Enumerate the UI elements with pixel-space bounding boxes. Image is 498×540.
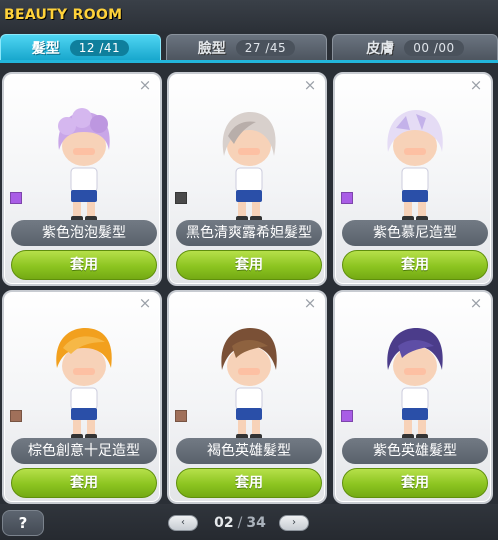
prev-page-button[interactable]: ‹ — [168, 515, 198, 531]
avatar-bubble-hair — [58, 108, 110, 222]
window-title: BEAUTY ROOM — [4, 7, 123, 23]
style-name: 紫色英雄髮型 — [342, 438, 488, 464]
style-name: 黑色清爽露希妲髮型 — [176, 220, 322, 246]
category-tabs: 髮型 12 /41 臉型 27 /45 皮膚 00 /00 — [0, 34, 498, 60]
close-icon[interactable]: × — [469, 296, 483, 311]
tab-face[interactable]: 臉型 27 /45 — [166, 34, 327, 60]
page-indicator: 02/34 — [200, 514, 280, 532]
tab-skin-count: 00 /00 — [404, 39, 464, 56]
style-name: 紫色慕尼造型 — [342, 220, 488, 246]
tab-face-count: 27 /45 — [235, 39, 296, 56]
apply-button[interactable]: 套用 — [11, 250, 157, 280]
avatar-hero-hair — [221, 328, 277, 440]
tab-hair[interactable]: 髮型 12 /41 — [0, 34, 161, 60]
close-icon[interactable]: × — [138, 78, 152, 93]
color-swatch — [175, 410, 187, 422]
avatar-creative-hair — [56, 328, 112, 440]
tab-hair-label: 髮型 — [31, 40, 60, 57]
tab-underline — [0, 60, 498, 63]
apply-button[interactable]: 套用 — [176, 468, 322, 498]
color-swatch — [175, 192, 187, 204]
apply-button[interactable]: 套用 — [342, 250, 488, 280]
title-bar: BEAUTY ROOM — [0, 0, 498, 32]
close-icon[interactable]: × — [303, 296, 317, 311]
total-pages: 34 — [246, 515, 266, 531]
avatar-lucida-hair — [222, 112, 276, 222]
close-icon[interactable]: × — [303, 78, 317, 93]
style-card: × 紫色泡泡髮型 套用 — [2, 72, 162, 286]
next-page-button[interactable]: › — [279, 515, 309, 531]
style-name: 棕色創意十足造型 — [11, 438, 157, 464]
close-icon[interactable]: × — [469, 78, 483, 93]
color-swatch — [10, 410, 22, 422]
style-name: 褐色英雄髮型 — [176, 438, 322, 464]
color-swatch — [10, 192, 22, 204]
avatar-muni-hair — [387, 110, 443, 222]
tab-hair-count: 12 /41 — [69, 39, 130, 56]
style-card: × 棕色創意十足造型 套用 — [2, 290, 162, 504]
style-card: × 紫色慕尼造型 套用 — [333, 72, 493, 286]
avatar-hero-hair — [387, 328, 443, 440]
close-icon[interactable]: × — [138, 296, 152, 311]
color-swatch — [341, 410, 353, 422]
tab-face-label: 臉型 — [197, 40, 226, 57]
style-card: × 紫色英雄髮型 套用 — [333, 290, 493, 504]
apply-button[interactable]: 套用 — [342, 468, 488, 498]
tab-skin-label: 皮膚 — [366, 40, 395, 57]
style-card: × 褐色英雄髮型 套用 — [167, 290, 327, 504]
help-button[interactable]: ? — [2, 510, 44, 536]
page-separator: / — [237, 515, 243, 531]
style-card: × 黑色清爽露希妲髮型 套用 — [167, 72, 327, 286]
color-swatch — [341, 192, 353, 204]
apply-button[interactable]: 套用 — [11, 468, 157, 498]
apply-button[interactable]: 套用 — [176, 250, 322, 280]
current-page: 02 — [214, 515, 234, 531]
tab-skin[interactable]: 皮膚 00 /00 — [332, 34, 498, 60]
style-name: 紫色泡泡髮型 — [11, 220, 157, 246]
